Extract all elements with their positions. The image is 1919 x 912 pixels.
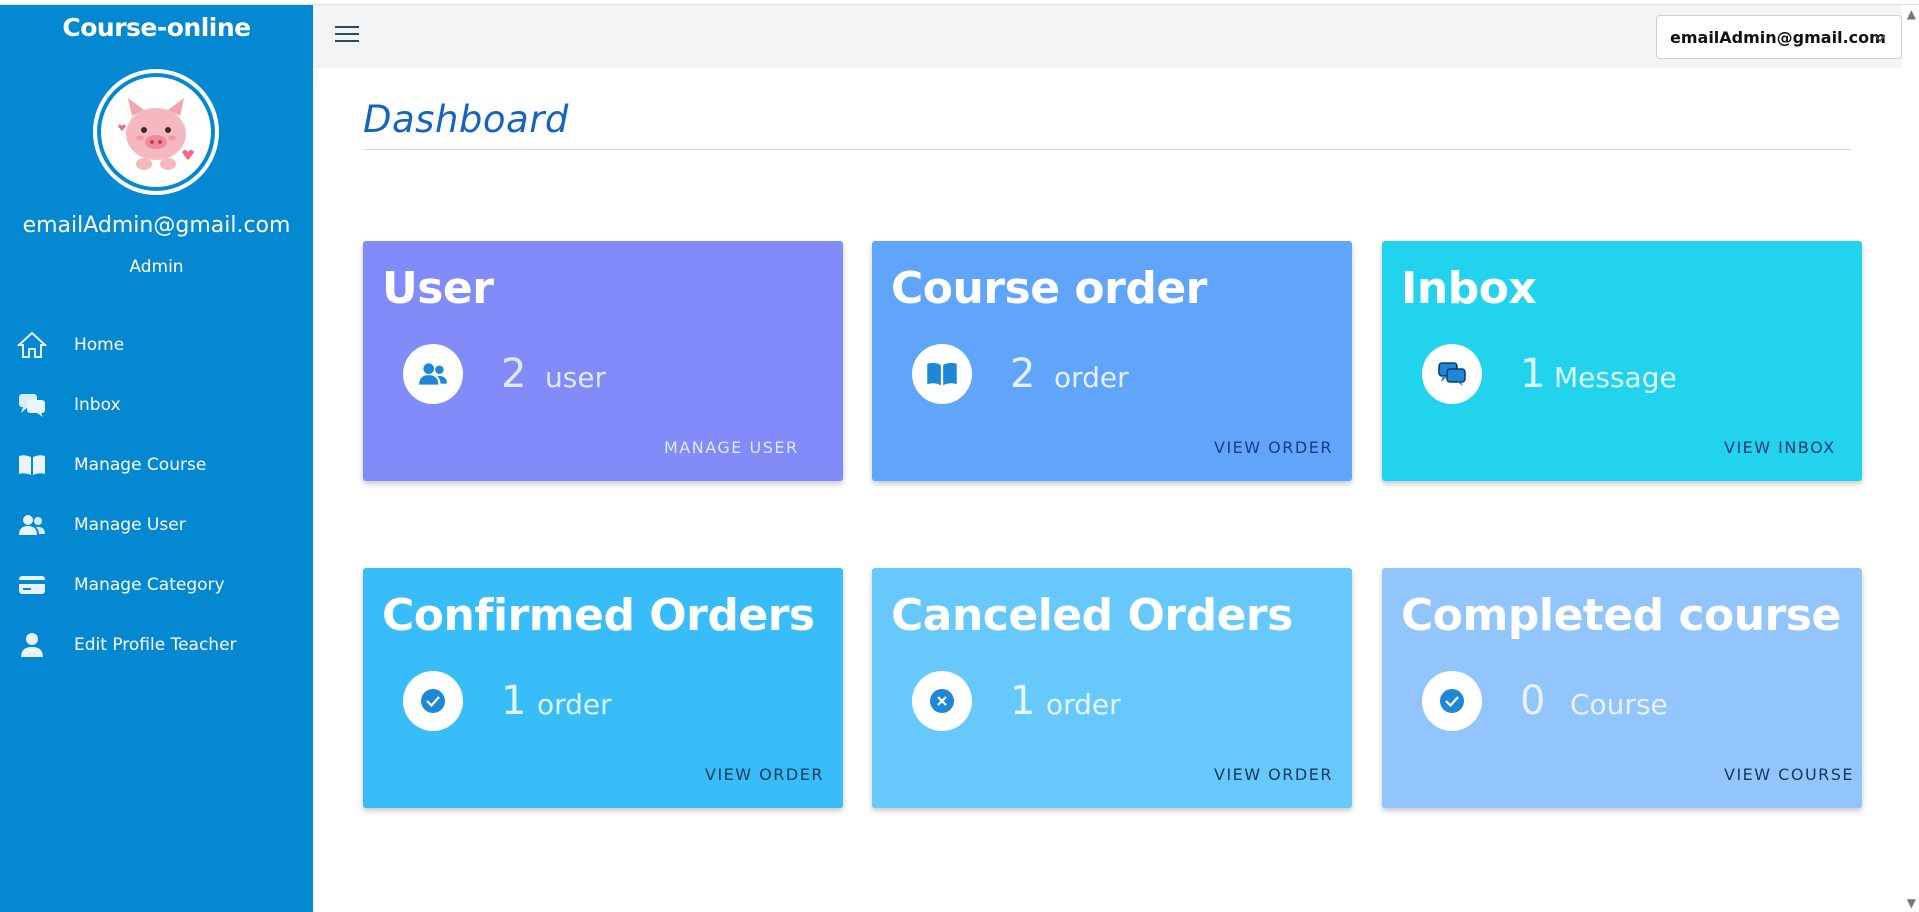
user-account-select[interactable]: emailAdmin@gmail.com <box>1656 15 1902 59</box>
view-inbox-button[interactable]: VIEW INBOX <box>1724 438 1836 457</box>
sidebar-item-manage-user[interactable]: Manage User <box>0 495 313 555</box>
card-count: 0 <box>1520 678 1546 724</box>
card-user: User 2 user MANAGE USER <box>363 241 843 481</box>
card-completed-course: Completed course 0 Course VIEW COURSE <box>1382 568 1862 808</box>
card-canceled-orders: Canceled Orders 1 order VIEW ORDER <box>872 568 1352 808</box>
chevron-down-icon <box>1873 30 1887 49</box>
card-confirmed-orders: Confirmed Orders 1 order VIEW ORDER <box>363 568 843 808</box>
card-title: Canceled Orders <box>891 590 1293 641</box>
card-inbox: Inbox 1 Message VIEW INBOX <box>1382 241 1862 481</box>
chat-icon <box>1422 344 1482 404</box>
book-icon <box>16 449 48 481</box>
card-title: Inbox <box>1401 263 1537 314</box>
card-count: 1 <box>501 678 527 724</box>
page-title: Dashboard <box>363 98 569 141</box>
sidebar-user-role: Admin <box>129 257 184 277</box>
card-count: 1 <box>1520 351 1546 397</box>
card-unit: order <box>1054 361 1129 394</box>
brand-title: Course-online <box>62 13 251 42</box>
sidebar-item-label: Manage Category <box>74 575 225 595</box>
card-icon <box>16 569 48 601</box>
user-account-select-value: emailAdmin@gmail.com <box>1670 27 1886 47</box>
avatar[interactable] <box>93 69 219 195</box>
card-title: User <box>382 263 494 314</box>
view-order-button[interactable]: VIEW ORDER <box>705 765 824 784</box>
scroll-up-arrow-icon[interactable]: ▲ <box>1907 7 1916 21</box>
sidebar-item-manage-course[interactable]: Manage Course <box>0 435 313 495</box>
card-unit: Message <box>1554 361 1677 394</box>
card-course-order: Course order 2 order VIEW ORDER <box>872 241 1352 481</box>
avatar-image <box>103 79 209 185</box>
person-icon <box>16 629 48 661</box>
card-title: Course order <box>891 263 1207 314</box>
title-divider <box>363 149 1851 150</box>
card-title: Confirmed Orders <box>382 590 815 641</box>
sidebar-nav: Home Inbox Manage Course Manage User Man… <box>0 315 313 675</box>
card-count: 2 <box>1010 351 1036 397</box>
card-count: 1 <box>1010 678 1036 724</box>
card-unit: Course <box>1570 688 1668 721</box>
home-icon <box>16 329 48 361</box>
book-icon <box>912 344 972 404</box>
sidebar-item-home[interactable]: Home <box>0 315 313 375</box>
top-bar: emailAdmin@gmail.com <box>313 5 1902 68</box>
scrollbar[interactable]: ▲ ▼ <box>1902 5 1919 912</box>
view-course-button[interactable]: VIEW COURSE <box>1724 765 1854 784</box>
sidebar-item-label: Edit Profile Teacher <box>74 635 237 655</box>
menu-toggle-icon[interactable] <box>335 26 359 46</box>
sidebar-item-inbox[interactable]: Inbox <box>0 375 313 435</box>
chat-icon <box>16 389 48 421</box>
sidebar-item-label: Manage Course <box>74 455 207 475</box>
check-circle-icon <box>403 671 463 731</box>
check-circle-icon <box>1422 671 1482 731</box>
sidebar-item-label: Manage User <box>74 515 186 535</box>
users-icon <box>16 509 48 541</box>
users-icon <box>403 344 463 404</box>
x-circle-icon <box>912 671 972 731</box>
scroll-down-arrow-icon[interactable]: ▼ <box>1907 896 1916 910</box>
sidebar-item-manage-category[interactable]: Manage Category <box>0 555 313 615</box>
manage-user-button[interactable]: MANAGE USER <box>664 438 799 457</box>
sidebar-user-email: emailAdmin@gmail.com <box>22 213 291 238</box>
sidebar-item-label: Inbox <box>74 395 121 415</box>
view-order-button[interactable]: VIEW ORDER <box>1214 765 1333 784</box>
card-title: Completed course <box>1401 590 1841 641</box>
sidebar-item-edit-profile-teacher[interactable]: Edit Profile Teacher <box>0 615 313 675</box>
card-unit: user <box>545 361 607 394</box>
card-unit: order <box>1046 688 1121 721</box>
sidebar-item-label: Home <box>74 335 125 355</box>
card-count: 2 <box>501 351 527 397</box>
card-unit: order <box>537 688 612 721</box>
view-order-button[interactable]: VIEW ORDER <box>1214 438 1333 457</box>
sidebar: Course-online emailAdmin@gmail.com Admin… <box>0 5 313 912</box>
